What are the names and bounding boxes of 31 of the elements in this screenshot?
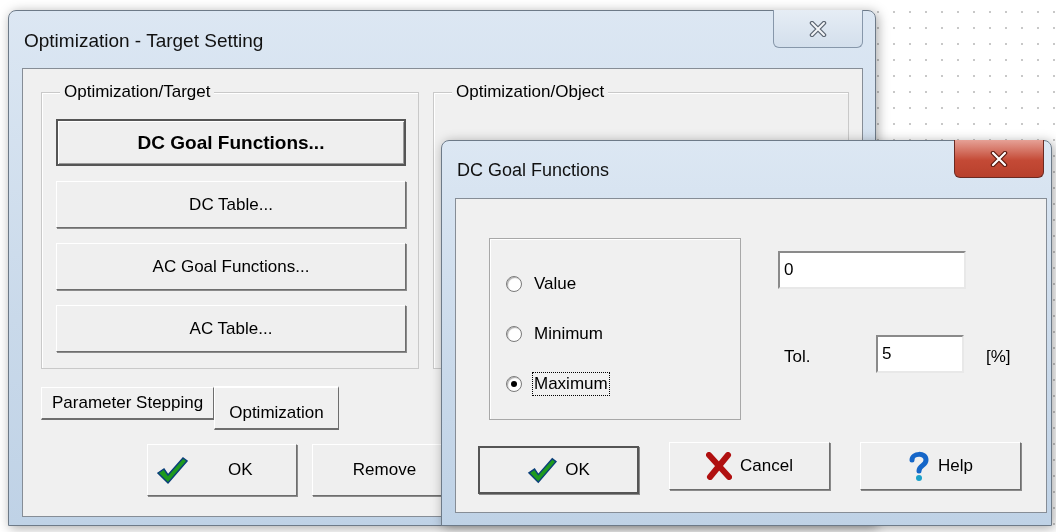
tab[interactable]: Optimization bbox=[214, 386, 339, 430]
ok-button[interactable]: OK bbox=[478, 446, 639, 494]
help-button[interactable]: Help bbox=[860, 442, 1021, 490]
group-label: Optimization/Target bbox=[60, 82, 215, 102]
option-label[interactable]: Maximum bbox=[532, 372, 610, 396]
window-title: DC Goal Functions bbox=[457, 159, 610, 181]
goal-button[interactable]: AC Goal Functions... bbox=[56, 243, 406, 290]
tab[interactable]: Parameter Stepping bbox=[41, 387, 215, 420]
radio-button[interactable] bbox=[506, 326, 522, 342]
check-icon bbox=[527, 456, 558, 484]
help-icon bbox=[908, 451, 930, 481]
goal-button[interactable]: DC Goal Functions... bbox=[56, 119, 406, 166]
cross-icon bbox=[706, 452, 733, 480]
close-button[interactable] bbox=[954, 140, 1044, 178]
goal-button[interactable]: DC Table... bbox=[56, 181, 406, 228]
option-label[interactable]: Value bbox=[532, 272, 579, 296]
unit-label: [%] bbox=[986, 346, 1011, 367]
goal-button[interactable]: AC Table... bbox=[56, 305, 406, 352]
radio-button[interactable] bbox=[506, 276, 522, 292]
group-label: Optimization/Object bbox=[452, 82, 609, 102]
tolerance-field[interactable]: 5 bbox=[876, 335, 964, 373]
window-title: Optimization - Target Setting bbox=[24, 28, 264, 52]
close-icon bbox=[990, 150, 1008, 167]
check-icon bbox=[156, 455, 188, 485]
ok-button[interactable]: OK bbox=[147, 444, 297, 496]
value-field[interactable]: 0 bbox=[778, 251, 966, 289]
cancel-button[interactable]: Cancel bbox=[669, 442, 830, 490]
option-label[interactable]: Minimum bbox=[532, 322, 605, 346]
tolerance-label: Tol. bbox=[784, 346, 812, 367]
radio-button[interactable] bbox=[506, 376, 522, 392]
close-icon bbox=[809, 20, 827, 37]
